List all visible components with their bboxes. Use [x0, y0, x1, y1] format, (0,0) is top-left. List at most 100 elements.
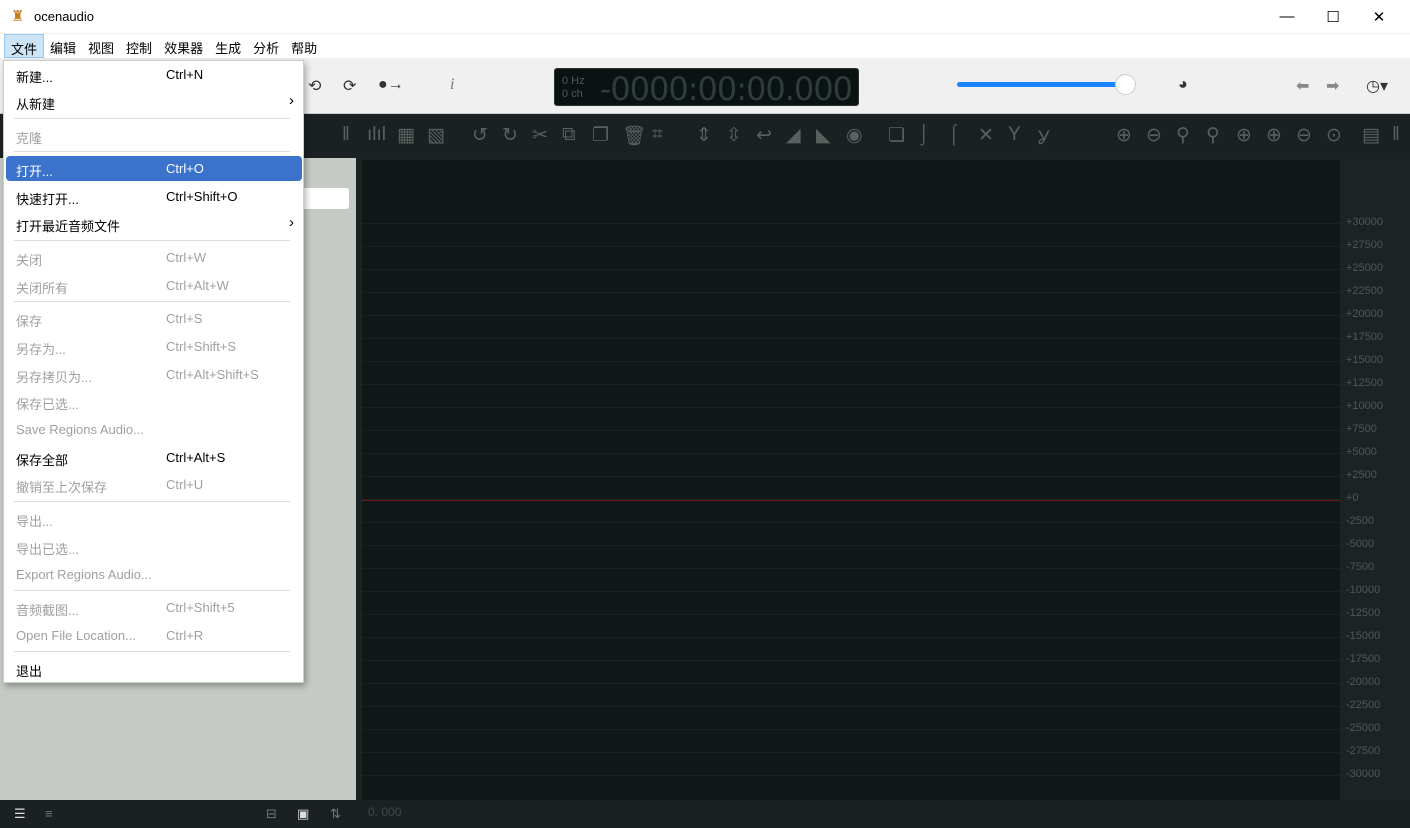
paste-icon[interactable]: ❐ [592, 124, 609, 147]
menu-item-label: 导出已选... [16, 542, 79, 557]
window-title: ocenaudio [34, 9, 94, 24]
reverse-icon[interactable]: ↩ [756, 124, 772, 147]
menu-6[interactable]: 分析 [247, 34, 285, 58]
zoom-selection-icon[interactable]: ⚲ [1206, 124, 1220, 147]
menu-item[interactable]: 打开最近音频文件 › [6, 211, 302, 236]
split-right-icon[interactable]: ‖ [1392, 124, 1400, 146]
forward-arrow-icon[interactable]: ➡ [1326, 76, 1339, 96]
gridline [362, 292, 1340, 293]
y-axis-label: -10000 [1346, 584, 1381, 596]
menu-item-shortcut: Ctrl+O [166, 161, 204, 176]
menu-4[interactable]: 效果器 [158, 34, 209, 58]
menu-0[interactable]: 文件 [4, 34, 45, 58]
menu-item-label: 退出 [16, 664, 43, 679]
redo-icon[interactable]: ↻ [502, 124, 518, 147]
delete-icon[interactable]: 🗑 [622, 124, 646, 148]
zoom-fit-icon[interactable]: ⚲ [1176, 124, 1190, 147]
compress-icon[interactable]: ⇳ [726, 124, 742, 147]
volume-slider-handle[interactable] [1115, 74, 1136, 95]
menu-5[interactable]: 生成 [209, 34, 247, 58]
y-axis-label: +27500 [1346, 239, 1384, 251]
menu-separator [14, 118, 290, 119]
vzoom-out-icon[interactable]: ⊖ [1296, 124, 1312, 147]
status-bar: ☰ ≡ ⊟ ▣ ⇅ [0, 800, 1410, 828]
undo-icon[interactable]: ↺ [472, 124, 488, 147]
normalize-icon[interactable]: ⇕ [696, 124, 712, 147]
menu-7[interactable]: 帮助 [285, 34, 323, 58]
level-meter-icon[interactable]: ▤ [1362, 124, 1380, 147]
y-axis-label: +17500 [1346, 331, 1384, 343]
mix-icon[interactable]: Ỿ [1038, 124, 1049, 150]
menu-item-label: 保存已选... [16, 397, 79, 412]
spectrum-icon[interactable]: ▦ [397, 124, 415, 147]
menu-2[interactable]: 视图 [82, 34, 120, 58]
menu-item: 导出... [6, 506, 302, 531]
menu-item[interactable]: 从新建 › [6, 89, 302, 114]
menu-item-shortcut: Ctrl+Alt+S [166, 450, 226, 465]
loop-selection-icon[interactable]: ⟳ [343, 76, 356, 96]
visibility-icon[interactable]: ◕ [1178, 76, 1188, 94]
back-arrow-icon[interactable]: ⬅ [1296, 76, 1309, 96]
vzoom-reset-icon[interactable]: ⊙ [1326, 124, 1342, 147]
vzoom-in-icon[interactable]: ⊕ [1266, 124, 1282, 147]
menu-item-label: 克隆 [16, 131, 43, 146]
waveform-icon[interactable]: ılıl [367, 124, 386, 146]
spectrum-off-icon[interactable]: ▧ [427, 124, 445, 147]
list-detail-icon[interactable]: ☰ [14, 806, 26, 822]
duplicate-icon[interactable]: ❏ [888, 124, 905, 147]
history-icon[interactable]: ◷▾ [1366, 76, 1388, 96]
menu-3[interactable]: 控制 [120, 34, 158, 58]
info-icon[interactable]: i [450, 76, 454, 94]
menu-item: 保存已选... [6, 389, 302, 414]
gridline [362, 706, 1340, 707]
zoom-out-icon[interactable]: ⊖ [1146, 124, 1162, 147]
gridline [362, 545, 1340, 546]
split-icon[interactable]: ‖ [342, 124, 350, 146]
gain-icon[interactable]: ◉ [846, 124, 863, 147]
menu-item: 撤销至上次保存 Ctrl+U [6, 472, 302, 497]
waveform-canvas[interactable] [362, 160, 1340, 800]
menu-item: 克隆 [6, 123, 302, 148]
cut-icon[interactable]: ✂ [532, 124, 548, 147]
y-axis-label: -5000 [1346, 538, 1375, 550]
curve-down-icon[interactable]: ⌠ [948, 124, 959, 146]
fit-icon[interactable]: ⊟ [266, 806, 277, 822]
menu-item[interactable]: 快速打开... Ctrl+Shift+O [6, 184, 302, 209]
volume-slider[interactable] [957, 82, 1125, 87]
title-bar: ♜ ocenaudio — ☐ ✕ [0, 0, 1410, 33]
menu-item-label: 导出... [16, 514, 53, 529]
zoom-all-icon[interactable]: ⊕ [1236, 124, 1252, 147]
menu-item[interactable]: 新建... Ctrl+N [6, 62, 302, 87]
close-button[interactable]: ✕ [1356, 0, 1402, 33]
menu-item: Open File Location... Ctrl+R [6, 623, 302, 648]
curve-up-icon[interactable]: ⌡ [918, 124, 929, 146]
menu-1[interactable]: 编辑 [44, 34, 82, 58]
crop-icon[interactable]: ⌗ [652, 124, 663, 146]
minimize-button[interactable]: — [1264, 0, 1310, 33]
fade-in-icon[interactable]: ◢ [786, 124, 801, 147]
fade-out-icon[interactable]: ◣ [816, 124, 831, 147]
image-icon[interactable]: ▣ [297, 806, 309, 822]
swap-icon[interactable]: ✕ [978, 124, 994, 147]
y-axis-label: +20000 [1346, 308, 1384, 320]
maximize-button[interactable]: ☐ [1310, 0, 1356, 33]
menu-item-shortcut: Ctrl+R [166, 628, 204, 643]
y-axis-label: -27500 [1346, 745, 1381, 757]
list-icon[interactable]: ≡ [45, 806, 53, 821]
menu-item-label: 关闭所有 [16, 281, 69, 296]
merge-icon[interactable]: Y [1008, 124, 1021, 146]
menu-item[interactable]: 退出 [6, 656, 302, 681]
menu-item[interactable]: 打开... Ctrl+O [6, 156, 302, 181]
sample-rate: 0 Hz [562, 75, 585, 87]
sort-icon[interactable]: ⇅ [330, 806, 341, 822]
y-axis-label: +22500 [1346, 285, 1384, 297]
menu-bar: 文件 编辑 视图 控制 效果器 生成 分析 帮助 [0, 34, 1410, 58]
menu-item[interactable]: 保存全部 Ctrl+Alt+S [6, 445, 302, 470]
zoom-in-icon[interactable]: ⊕ [1116, 124, 1132, 147]
play-cursor-icon[interactable]: ●→ [378, 76, 404, 94]
copy-icon[interactable]: ⧉ [562, 124, 576, 146]
loop-icon[interactable]: ⟲ [308, 76, 321, 96]
file-list-item[interactable] [300, 188, 349, 209]
menu-item: 关闭 Ctrl+W [6, 245, 302, 270]
waveform-view[interactable]: +30000 +27500 +25000 +22500 +20000 +17500 +150… [356, 158, 1410, 800]
